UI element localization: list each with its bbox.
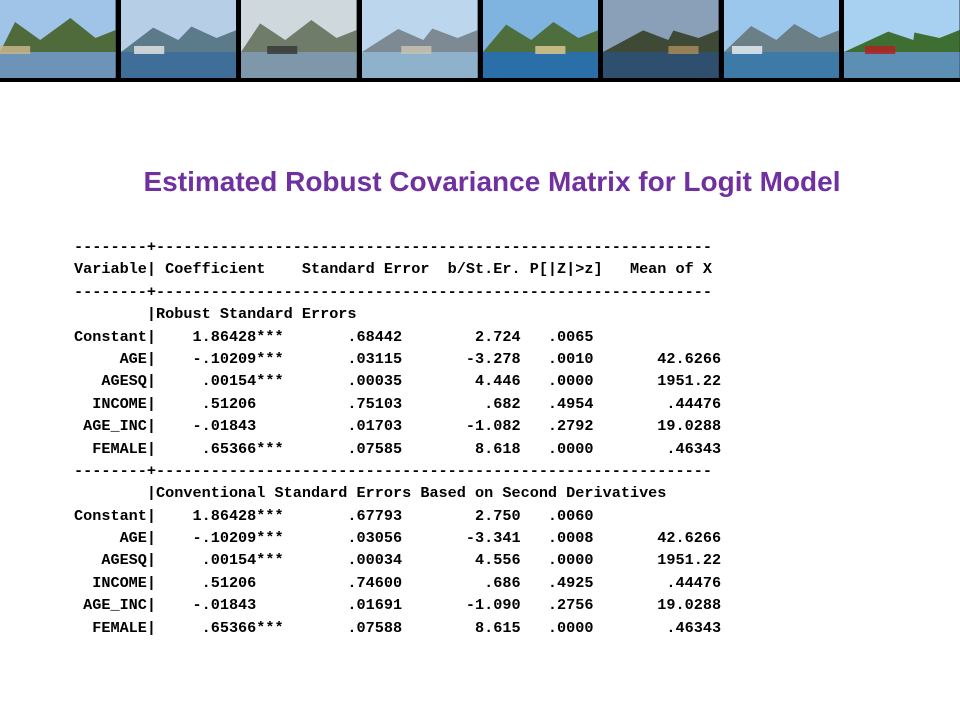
header-photo-banner [0, 0, 960, 82]
output-line: AGE_INC| -.01843 .01703 -1.082 .2792 19.… [74, 417, 722, 436]
output-line: AGE| -.10209*** .03115 -3.278 .0010 42.6… [74, 349, 722, 368]
banner-photo [0, 0, 116, 78]
banner-photo [241, 0, 357, 78]
output-line: Constant| 1.86428*** .68442 2.724 .0065 [74, 327, 594, 346]
output-line: Constant| 1.86428*** .67793 2.750 .0060 [74, 506, 594, 525]
banner-photo [603, 0, 719, 78]
output-line: AGESQ| .00154*** .00034 4.556 .0000 1951… [74, 551, 722, 570]
banner-photo [120, 0, 237, 78]
output-line: INCOME| .51206 .74600 .686 .4925 .44476 [74, 573, 722, 592]
output-line: |Conventional Standard Errors Based on S… [74, 484, 667, 503]
slide-title: Estimated Robust Covariance Matrix for L… [143, 166, 841, 197]
output-line: AGE_INC| -.01843 .01691 -1.090 .2756 19.… [74, 596, 722, 615]
output-line: Variable| Coefficient Standard Error b/S… [74, 260, 712, 279]
separator-line: --------+-------------------------------… [74, 282, 712, 301]
banner-photo [723, 0, 840, 78]
regression-output: --------+-------------------------------… [74, 236, 721, 639]
output-line: AGE| -.10209*** .03056 -3.341 .0008 42.6… [74, 529, 722, 548]
output-line: INCOME| .51206 .75103 .682 .4954 .44476 [74, 394, 722, 413]
output-line: FEMALE| .65366*** .07585 8.618 .0000 .46… [74, 439, 722, 458]
separator-line: --------+-------------------------------… [74, 461, 712, 480]
banner-photo [361, 0, 478, 78]
separator-line: --------+-------------------------------… [74, 238, 712, 256]
banner-photo [844, 0, 960, 78]
output-line: AGESQ| .00154*** .00035 4.446 .0000 1951… [74, 372, 722, 391]
banner-photo [482, 0, 599, 78]
output-line: FEMALE| .65366*** .07588 8.615 .0000 .46… [74, 618, 722, 637]
output-line: |Robust Standard Errors [74, 305, 357, 324]
